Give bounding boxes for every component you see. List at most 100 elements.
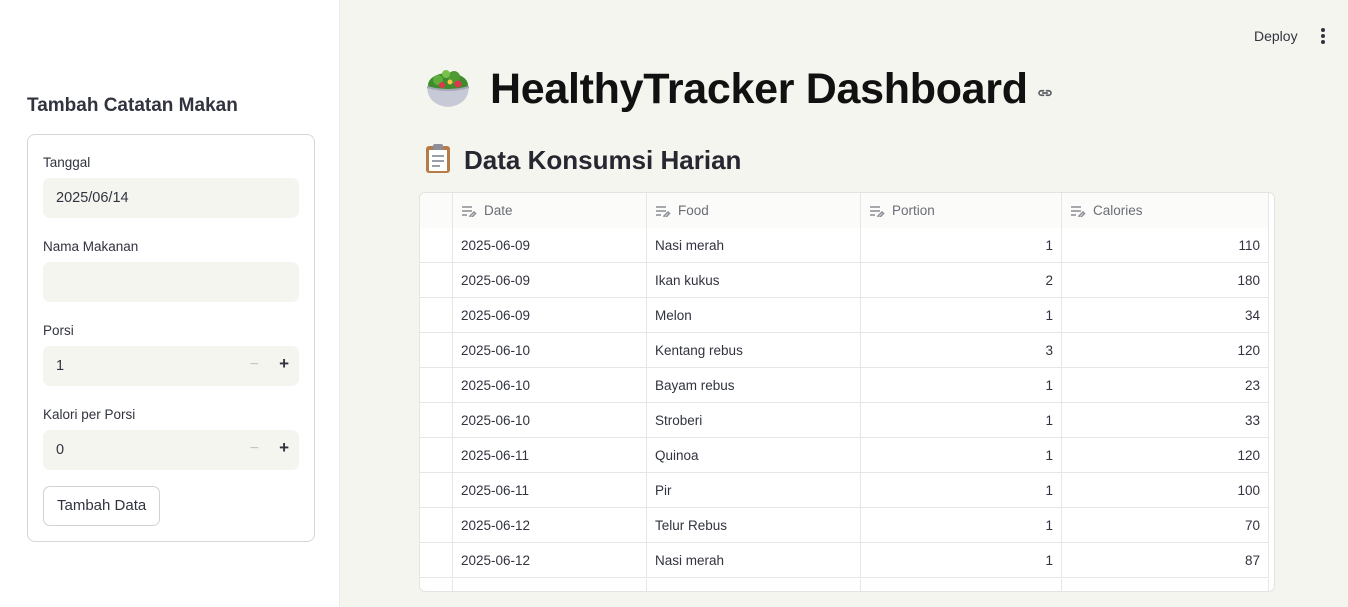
table-row[interactable]: 2025-06-12 Nasi merah 1 87 xyxy=(420,543,1269,578)
calories-cell[interactable]: 34 xyxy=(1062,298,1269,333)
table-row-partial[interactable] xyxy=(420,579,1269,591)
table-row[interactable]: 2025-06-09 Ikan kukus 2 180 xyxy=(420,263,1269,298)
portion-cell[interactable]: 1 xyxy=(861,368,1062,403)
food-cell[interactable]: Melon xyxy=(647,298,861,333)
row-index[interactable] xyxy=(420,473,453,508)
portion-cell[interactable]: 1 xyxy=(861,438,1062,473)
portion-cell[interactable]: 1 xyxy=(861,298,1062,333)
calories-stepper: 0 − + xyxy=(43,430,299,470)
portion-cell[interactable]: 1 xyxy=(861,473,1062,508)
calories-value[interactable]: 0 xyxy=(56,442,64,458)
table-row[interactable]: 2025-06-09 Nasi merah 1 110 xyxy=(420,228,1269,263)
portion-cell[interactable]: 1 xyxy=(861,508,1062,543)
food-cell[interactable]: Nasi merah xyxy=(647,228,861,263)
table-row[interactable]: 2025-06-12 Telur Rebus 1 70 xyxy=(420,508,1269,543)
calories-decrement-button[interactable]: − xyxy=(250,440,259,458)
food-cell[interactable]: Ikan kukus xyxy=(647,263,861,298)
row-index[interactable] xyxy=(420,228,453,263)
calories-cell[interactable]: 100 xyxy=(1062,473,1269,508)
row-index[interactable] xyxy=(420,508,453,543)
clipboard-icon xyxy=(424,142,452,179)
date-cell[interactable] xyxy=(453,579,647,591)
food-cell[interactable]: Quinoa xyxy=(647,438,861,473)
calories-cell[interactable]: 110 xyxy=(1062,228,1269,263)
portion-cell[interactable]: 3 xyxy=(861,333,1062,368)
portion-cell[interactable]: 1 xyxy=(861,403,1062,438)
date-cell[interactable]: 2025-06-09 xyxy=(453,263,647,298)
table-row[interactable]: 2025-06-11 Pir 1 100 xyxy=(420,473,1269,508)
portion-cell[interactable]: 1 xyxy=(861,543,1062,578)
row-index[interactable] xyxy=(420,438,453,473)
calories-cell[interactable]: 87 xyxy=(1062,543,1269,578)
page-title-row: HealthyTracker Dashboard xyxy=(424,62,1054,116)
salad-icon xyxy=(424,63,472,116)
text-column-icon xyxy=(655,205,671,217)
food-cell[interactable]: Telur Rebus xyxy=(647,508,861,543)
row-index[interactable] xyxy=(420,368,453,403)
calories-cell[interactable]: 33 xyxy=(1062,403,1269,438)
row-index[interactable] xyxy=(420,579,453,591)
portion-value[interactable]: 1 xyxy=(56,358,64,374)
food-cell[interactable]: Kentang rebus xyxy=(647,333,861,368)
table-row[interactable]: 2025-06-11 Quinoa 1 120 xyxy=(420,438,1269,473)
food-name-input[interactable] xyxy=(43,262,299,302)
calories-cell[interactable]: 120 xyxy=(1062,438,1269,473)
sidebar-title: Tambah Catatan Makan xyxy=(27,95,238,116)
row-index[interactable] xyxy=(420,298,453,333)
column-header-label: Date xyxy=(484,203,513,218)
meal-form: Tanggal 2025/06/14 Nama Makanan Porsi 1 … xyxy=(27,134,315,542)
date-label: Tanggal xyxy=(43,155,91,170)
date-cell[interactable]: 2025-06-10 xyxy=(453,333,647,368)
table-row[interactable]: 2025-06-10 Kentang rebus 3 120 xyxy=(420,333,1269,368)
row-index[interactable] xyxy=(420,263,453,298)
link-icon[interactable] xyxy=(1036,84,1054,107)
text-column-icon xyxy=(1070,205,1086,217)
date-cell[interactable]: 2025-06-12 xyxy=(453,508,647,543)
add-data-button[interactable]: Tambah Data xyxy=(43,486,161,526)
date-cell[interactable]: 2025-06-10 xyxy=(453,403,647,438)
calories-label: Kalori per Porsi xyxy=(43,407,136,422)
table-row[interactable]: 2025-06-09 Melon 1 34 xyxy=(420,298,1269,333)
calories-increment-button[interactable]: + xyxy=(279,438,289,458)
portion-decrement-button[interactable]: − xyxy=(250,356,259,374)
deploy-button[interactable]: Deploy xyxy=(1254,28,1298,44)
date-cell[interactable]: 2025-06-09 xyxy=(453,228,647,263)
table-row[interactable]: 2025-06-10 Stroberi 1 33 xyxy=(420,403,1269,438)
date-cell[interactable]: 2025-06-11 xyxy=(453,438,647,473)
date-cell[interactable]: 2025-06-12 xyxy=(453,543,647,578)
column-header-date[interactable]: Date xyxy=(453,193,647,228)
calories-cell[interactable]: 23 xyxy=(1062,368,1269,403)
food-cell[interactable]: Pir xyxy=(647,473,861,508)
food-name-label: Nama Makanan xyxy=(43,239,139,254)
portion-increment-button[interactable]: + xyxy=(279,354,289,374)
date-input[interactable]: 2025/06/14 xyxy=(43,178,299,218)
column-header-label: Portion xyxy=(892,203,935,218)
data-table[interactable]: Date Food Portion Calories 2025-06-09 Na… xyxy=(419,192,1275,592)
food-cell[interactable] xyxy=(647,579,861,591)
column-header-label: Food xyxy=(678,203,709,218)
row-index[interactable] xyxy=(420,403,453,438)
portion-cell[interactable]: 1 xyxy=(861,228,1062,263)
column-header-calories[interactable]: Calories xyxy=(1062,193,1269,228)
portion-label: Porsi xyxy=(43,323,74,338)
row-index[interactable] xyxy=(420,333,453,368)
date-cell[interactable]: 2025-06-11 xyxy=(453,473,647,508)
calories-cell[interactable]: 120 xyxy=(1062,333,1269,368)
column-header-portion[interactable]: Portion xyxy=(861,193,1062,228)
sidebar: Tambah Catatan Makan Tanggal 2025/06/14 … xyxy=(0,0,340,607)
calories-cell[interactable]: 70 xyxy=(1062,508,1269,543)
portion-stepper: 1 − + xyxy=(43,346,299,386)
food-cell[interactable]: Stroberi xyxy=(647,403,861,438)
portion-cell[interactable] xyxy=(861,579,1062,591)
calories-cell[interactable]: 180 xyxy=(1062,263,1269,298)
row-index[interactable] xyxy=(420,543,453,578)
table-row[interactable]: 2025-06-10 Bayam rebus 1 23 xyxy=(420,368,1269,403)
food-cell[interactable]: Nasi merah xyxy=(647,543,861,578)
portion-cell[interactable]: 2 xyxy=(861,263,1062,298)
date-cell[interactable]: 2025-06-10 xyxy=(453,368,647,403)
date-cell[interactable]: 2025-06-09 xyxy=(453,298,647,333)
column-header-food[interactable]: Food xyxy=(647,193,861,228)
food-cell[interactable]: Bayam rebus xyxy=(647,368,861,403)
calories-cell[interactable] xyxy=(1062,579,1269,591)
kebab-menu-icon[interactable] xyxy=(1316,26,1330,46)
